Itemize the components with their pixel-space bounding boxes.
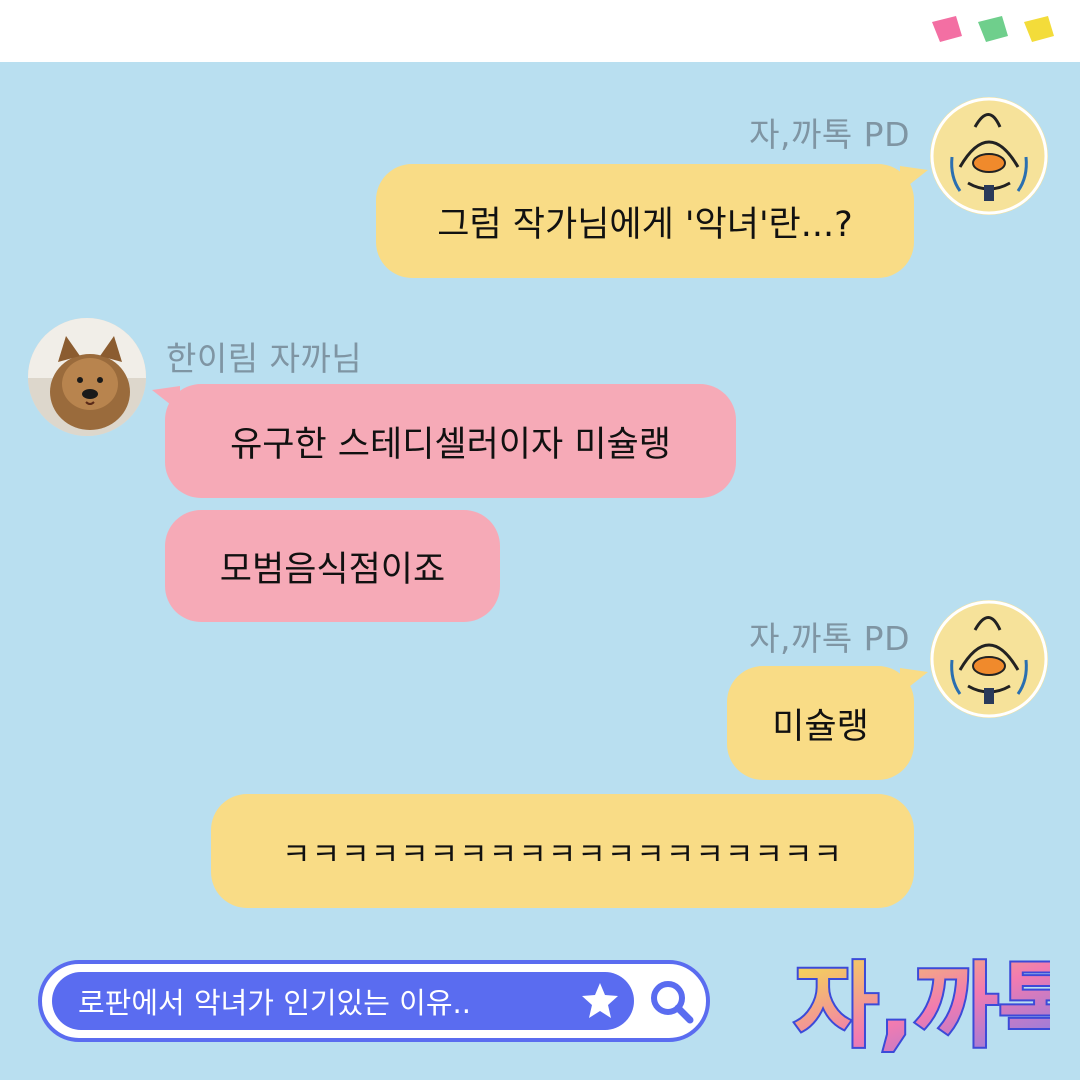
duck-avatar-icon (930, 600, 1048, 718)
avatar-pd[interactable] (930, 97, 1048, 215)
search-bar[interactable]: 로판에서 악녀가 인기있는 이유.. (38, 960, 710, 1042)
sender-name: 자,까톡 PD (749, 619, 910, 658)
avatar-author[interactable] (28, 318, 146, 436)
top-bar (0, 0, 1080, 62)
bubble-tail (900, 166, 928, 192)
message-bubble-pd[interactable]: 그럼 작가님에게 '악녀'란...? (376, 164, 914, 278)
message-bubble-pd[interactable]: ㅋㅋㅋㅋㅋㅋㅋㅋㅋㅋㅋㅋㅋㅋㅋㅋㅋㅋㅋ (211, 794, 914, 908)
sender-name: 자,까톡 PD (749, 115, 910, 154)
duck-avatar-icon (930, 97, 1048, 215)
message-bubble-author[interactable]: 모범음식점이죠 (165, 510, 500, 622)
yellow-flag-icon (1024, 16, 1054, 42)
app-logo: 자,까톡 (790, 942, 1080, 1062)
search-query: 로판에서 악녀가 인기있는 이유.. (78, 986, 471, 1020)
message-text: 그럼 작가님에게 '악녀'란...? (437, 204, 853, 245)
avatar-pd[interactable] (930, 600, 1048, 718)
dog-avatar-icon (28, 318, 146, 436)
chat-area: 자,까톡 PD 그럼 작가님에게 '악녀'란...? 한이림 자까님 유구한 스… (0, 62, 1080, 1080)
star-icon (582, 983, 618, 1018)
message-text: 미슐랭 (772, 706, 869, 747)
logo-text: 자,까톡 (794, 953, 1050, 1060)
search-icon[interactable] (644, 974, 700, 1030)
search-query-pill[interactable]: 로판에서 악녀가 인기있는 이유.. (52, 972, 634, 1030)
message-text: ㅋㅋㅋㅋㅋㅋㅋㅋㅋㅋㅋㅋㅋㅋㅋㅋㅋㅋㅋ (282, 836, 843, 873)
message-text: 유구한 스테디셀러이자 미슐랭 (230, 424, 671, 465)
message-bubble-pd[interactable]: 미슐랭 (727, 666, 914, 780)
message-bubble-author[interactable]: 유구한 스테디셀러이자 미슐랭 (165, 384, 736, 498)
sender-name: 한이림 자까님 (166, 339, 363, 378)
jakkatok-logo-icon: 자,까톡 (792, 951, 1080, 1062)
message-text: 모범음식점이죠 (219, 549, 446, 590)
pink-flag-icon (932, 16, 962, 42)
green-flag-icon (978, 16, 1008, 42)
